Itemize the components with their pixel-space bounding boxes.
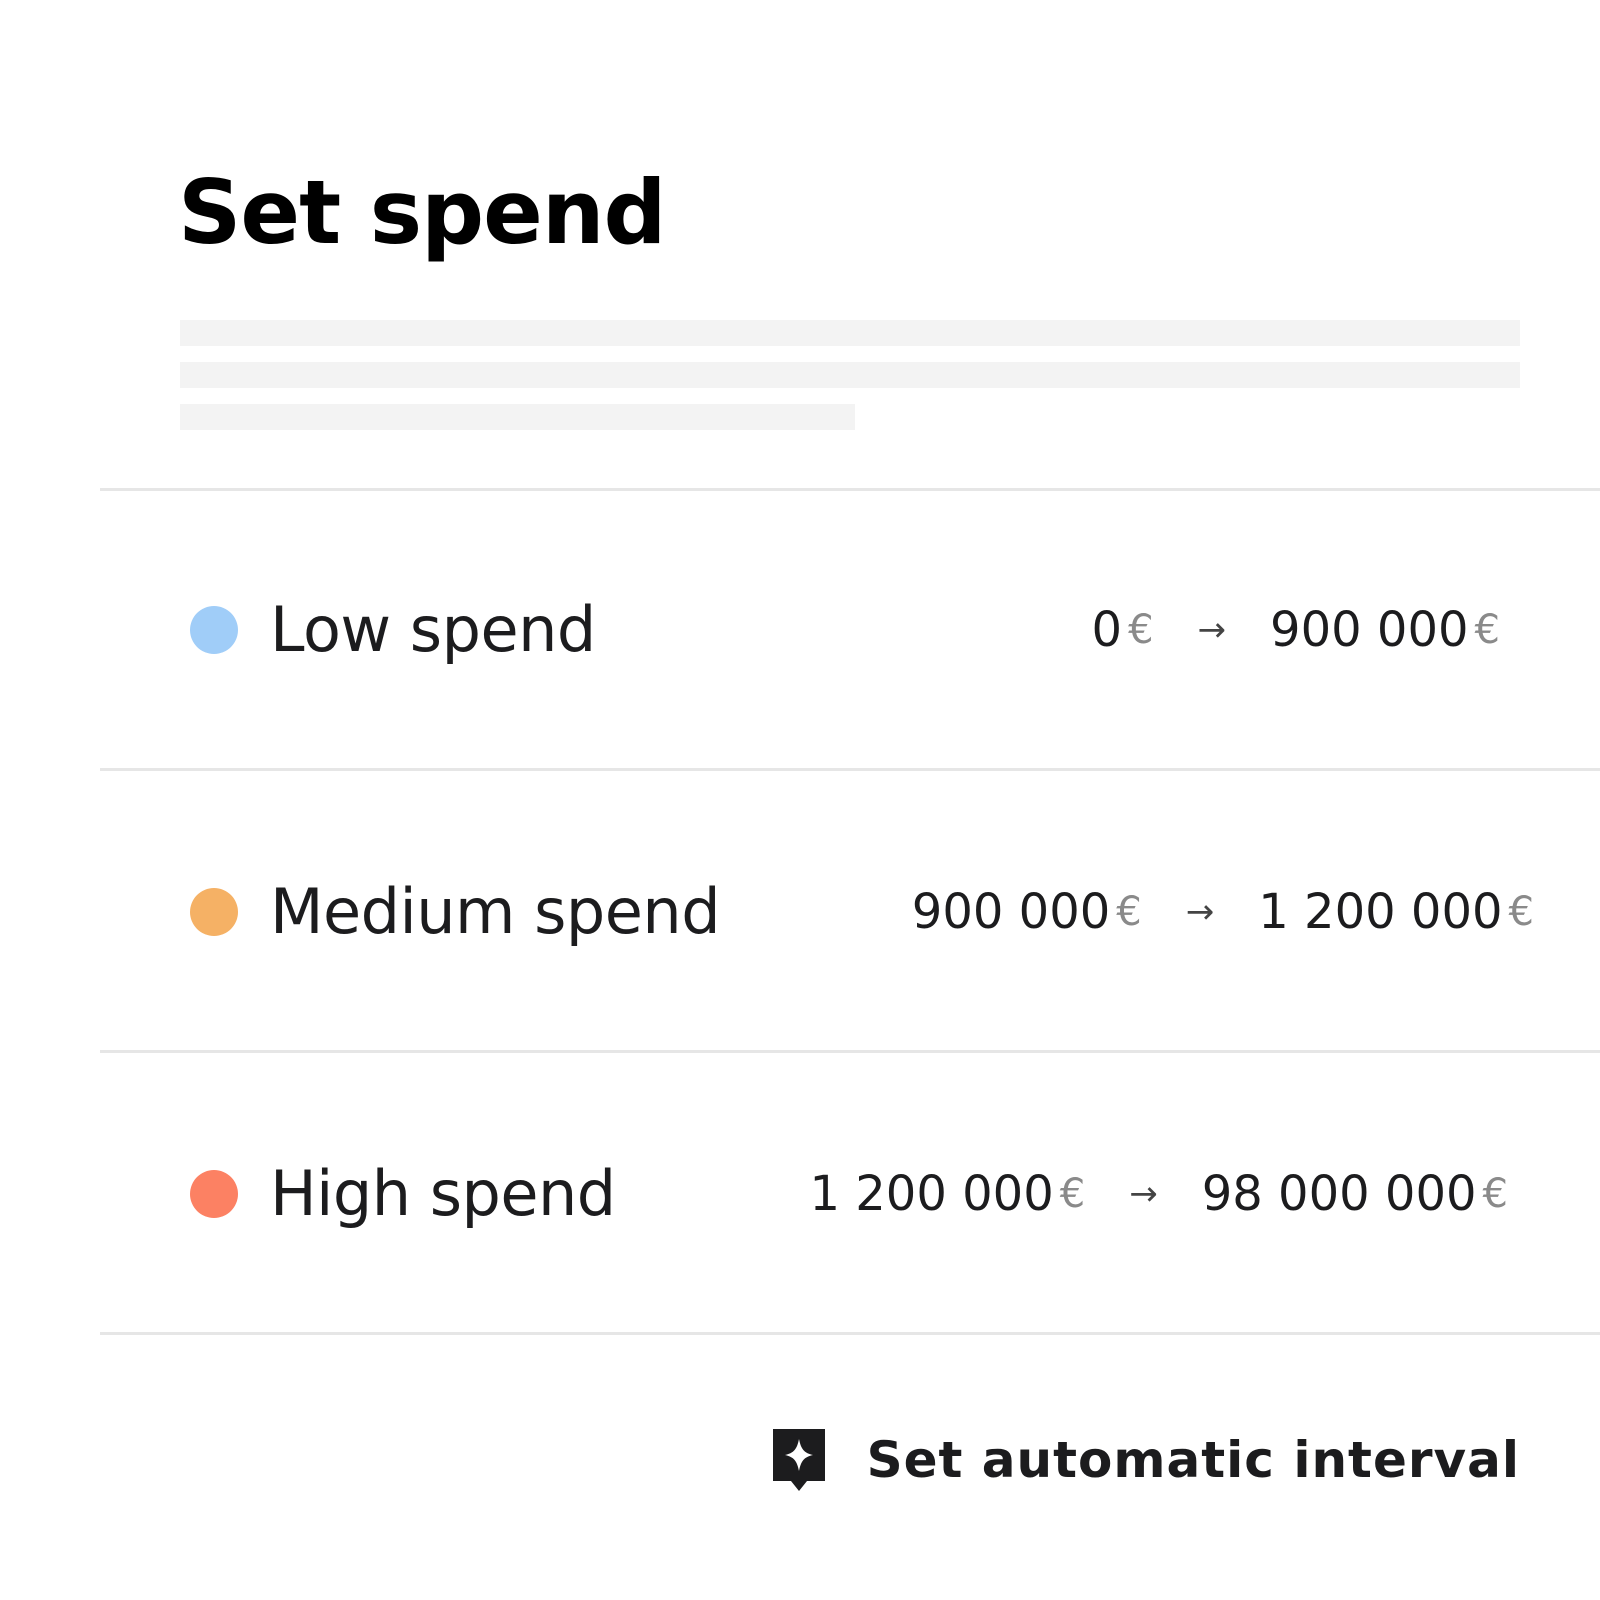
tier-row-low[interactable]: Low spend 0 € → 900 000 €	[0, 580, 1600, 680]
tier-row-medium[interactable]: Medium spend 900 000 € → 1 200 000 €	[0, 862, 1600, 962]
description-placeholder-line-2	[180, 362, 1520, 388]
tier-color-dot	[190, 1170, 238, 1218]
divider	[100, 768, 1600, 771]
sparkle-icon	[772, 1429, 825, 1491]
tier-range[interactable]: 1 200 000 € → 98 000 000 €	[809, 1144, 1508, 1244]
description-placeholder-line-1	[180, 320, 1520, 346]
currency-symbol: €	[1116, 889, 1142, 935]
page-title: Set spend	[178, 161, 666, 264]
tier-range[interactable]: 0 € → 900 000 €	[1092, 580, 1500, 680]
arrow-right-icon: →	[1197, 610, 1227, 650]
range-to-value: 98 000 000	[1201, 1166, 1477, 1222]
currency-symbol: €	[1128, 607, 1154, 653]
tier-color-dot	[190, 888, 238, 936]
description-placeholder-line-3	[180, 404, 855, 430]
tier-range[interactable]: 900 000 € → 1 200 000 €	[912, 862, 1534, 962]
tier-label: Low spend	[270, 593, 596, 666]
range-from-value: 900 000	[911, 884, 1111, 940]
arrow-right-icon: →	[1185, 892, 1215, 932]
currency-symbol: €	[1482, 1171, 1508, 1217]
tier-color-dot	[190, 606, 238, 654]
range-to-value: 1 200 000	[1258, 884, 1503, 940]
divider	[100, 1050, 1600, 1053]
divider	[100, 1332, 1600, 1335]
tier-row-high[interactable]: High spend 1 200 000 € → 98 000 000 €	[0, 1144, 1600, 1244]
divider	[100, 488, 1600, 491]
arrow-right-icon: →	[1129, 1174, 1158, 1214]
currency-symbol: €	[1508, 889, 1534, 935]
currency-symbol: €	[1474, 607, 1500, 653]
currency-symbol: €	[1059, 1171, 1086, 1217]
set-automatic-interval-button[interactable]: Set automatic interval	[771, 1420, 1520, 1500]
tier-label: High spend	[270, 1157, 616, 1230]
range-to-value: 900 000	[1270, 602, 1469, 658]
set-automatic-interval-label: Set automatic interval	[866, 1431, 1520, 1489]
tier-label: Medium spend	[270, 875, 721, 948]
range-from-value: 1 200 000	[809, 1166, 1054, 1222]
range-from-value: 0	[1091, 602, 1123, 658]
